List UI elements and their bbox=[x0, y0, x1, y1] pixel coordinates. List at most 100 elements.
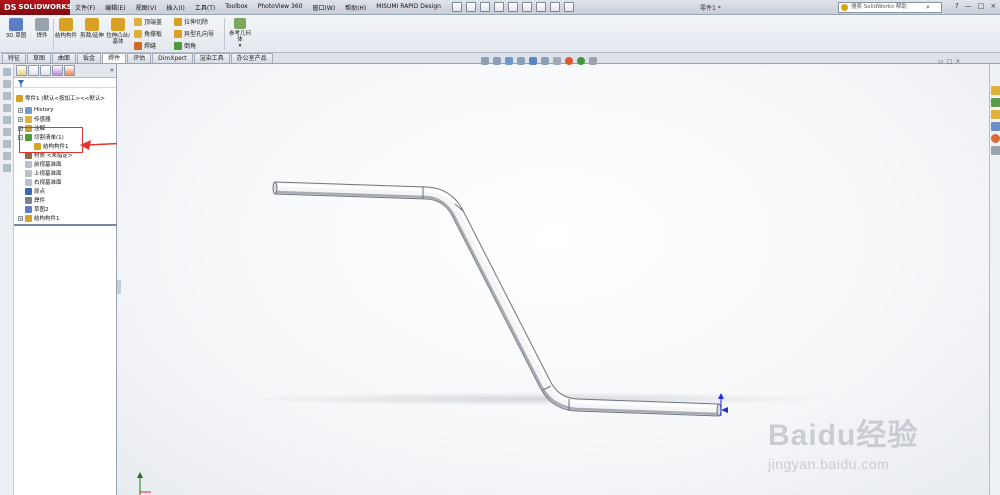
save-icon[interactable] bbox=[479, 2, 490, 12]
menu-item[interactable]: 工具(T) bbox=[190, 3, 220, 12]
new-document-icon[interactable] bbox=[451, 2, 462, 12]
line-icon[interactable] bbox=[2, 104, 11, 112]
view-palette-icon[interactable] bbox=[990, 122, 1000, 131]
panel-splitter-handle[interactable] bbox=[117, 280, 121, 294]
pipe-end-cap bbox=[272, 181, 278, 195]
hole-wizard-button[interactable]: 异型孔向导 bbox=[174, 29, 214, 38]
tab-7[interactable]: 渲染工具 bbox=[193, 53, 230, 63]
viewport-restore-icon[interactable]: ▭ bbox=[938, 58, 944, 65]
expand-icon[interactable]: + bbox=[18, 215, 23, 221]
solidworks-logo[interactable]: DS SOLIDWORKS bbox=[0, 0, 72, 15]
sketch-icon[interactable] bbox=[2, 92, 11, 100]
print-icon[interactable] bbox=[493, 2, 504, 12]
open-folder-icon[interactable] bbox=[465, 2, 476, 12]
tree-item[interactable]: + 传感器 bbox=[18, 115, 51, 123]
search-icon[interactable]: ⌕ bbox=[926, 3, 930, 12]
tab-2[interactable]: 曲面 bbox=[52, 53, 77, 63]
zoom-icon[interactable] bbox=[2, 68, 11, 76]
logo-text: SOLIDWORKS bbox=[18, 3, 72, 11]
configuration-manager-tab-icon[interactable] bbox=[40, 65, 51, 76]
tree-item[interactable]: 草图2 bbox=[18, 205, 49, 213]
solidworks-resources-icon[interactable] bbox=[990, 86, 1000, 95]
feature-tree-tab-icon[interactable] bbox=[16, 65, 27, 76]
viewport-close-icon[interactable]: × bbox=[955, 58, 960, 65]
viewport-maximize-icon[interactable]: ▢ bbox=[947, 58, 953, 65]
tree-item[interactable]: + 结构构件1 bbox=[18, 214, 60, 222]
edit-appearance-icon[interactable] bbox=[565, 57, 573, 65]
scene-icon[interactable] bbox=[577, 57, 585, 65]
file-properties-icon[interactable] bbox=[549, 2, 560, 12]
menu-item[interactable]: Toolbox bbox=[220, 3, 253, 12]
chamfer-button[interactable]: 倒角 bbox=[174, 41, 196, 50]
relation-icon[interactable] bbox=[2, 140, 11, 148]
rebuild-icon[interactable] bbox=[535, 2, 546, 12]
menu-item[interactable]: 视图(V) bbox=[131, 3, 162, 12]
select-icon[interactable] bbox=[521, 2, 532, 12]
weld-bead-button[interactable]: 焊缝 bbox=[134, 41, 156, 50]
zoom-to-fit-icon[interactable] bbox=[481, 57, 489, 65]
options-gear-icon[interactable] bbox=[563, 2, 574, 12]
tab-5[interactable]: 评估 bbox=[127, 53, 152, 63]
trim-extend-button[interactable]: 剪裁/延伸 bbox=[78, 18, 106, 39]
appearances-icon[interactable] bbox=[990, 134, 1000, 143]
tab-0[interactable]: 特征 bbox=[2, 53, 27, 63]
section-view-icon[interactable] bbox=[517, 57, 525, 65]
design-library-icon[interactable] bbox=[990, 98, 1000, 107]
help-button[interactable]: ? bbox=[955, 2, 959, 10]
view-orientation-icon[interactable] bbox=[529, 57, 537, 65]
file-explorer-icon[interactable] bbox=[990, 110, 1000, 119]
tree-item[interactable]: 上视基准面 bbox=[18, 169, 62, 177]
expand-icon[interactable]: + bbox=[18, 107, 23, 113]
zoom-area-icon[interactable] bbox=[493, 57, 501, 65]
dimxpert-tab-icon[interactable] bbox=[52, 65, 63, 76]
tree-item[interactable]: 前视基准面 bbox=[18, 160, 62, 168]
maximize-button[interactable]: □ bbox=[978, 2, 985, 10]
end-cap-button[interactable]: 顶端盖 bbox=[134, 17, 162, 26]
select-filter-icon[interactable] bbox=[2, 80, 11, 88]
property-manager-tab-icon[interactable] bbox=[28, 65, 39, 76]
tab-4[interactable]: 焊件 bbox=[102, 53, 127, 63]
sketch-3d-button[interactable]: 3D 草图 bbox=[2, 18, 30, 39]
tab-6[interactable]: DimXpert bbox=[152, 53, 193, 63]
menu-item[interactable]: PhotoView 360 bbox=[253, 3, 308, 12]
menu-item[interactable]: MISUMI RAPID Design bbox=[371, 3, 446, 12]
gusset-icon bbox=[134, 29, 142, 38]
measure-icon[interactable] bbox=[2, 152, 11, 160]
extruded-boss-button[interactable]: 拉伸凸台/基体 bbox=[104, 18, 132, 45]
smart-dimension-icon[interactable] bbox=[2, 128, 11, 136]
structural-member-button[interactable]: 结构构件 bbox=[52, 18, 80, 39]
custom-properties-icon[interactable] bbox=[990, 146, 1000, 155]
menu-item[interactable]: 帮助(H) bbox=[340, 3, 371, 12]
expand-icon[interactable]: + bbox=[18, 116, 23, 122]
tree-item[interactable]: + History bbox=[18, 106, 54, 114]
floor-shadow bbox=[237, 392, 837, 406]
menu-item[interactable]: 插入(I) bbox=[161, 3, 189, 12]
menu-item[interactable]: 窗口(W) bbox=[307, 3, 340, 12]
tab-3[interactable]: 钣金 bbox=[77, 53, 102, 63]
arc-icon[interactable] bbox=[2, 116, 11, 124]
previous-view-icon[interactable] bbox=[505, 57, 513, 65]
gusset-button[interactable]: 角撑板 bbox=[134, 29, 162, 38]
mirror-icon[interactable] bbox=[2, 164, 11, 172]
tree-item[interactable]: 原点 bbox=[18, 187, 45, 195]
tab-1[interactable]: 草图 bbox=[27, 53, 52, 63]
panel-expand-icon[interactable]: » bbox=[110, 66, 114, 74]
menu-item[interactable]: 编辑(E) bbox=[100, 3, 130, 12]
display-manager-tab-icon[interactable] bbox=[64, 65, 75, 76]
display-style-icon[interactable] bbox=[541, 57, 549, 65]
menu-item[interactable]: 文件(F) bbox=[70, 3, 100, 12]
chamfer-icon bbox=[174, 41, 182, 50]
tree-root-part[interactable]: 零件1 (默认<按加工><<默认> bbox=[16, 94, 105, 102]
tree-rollback-bar[interactable] bbox=[14, 224, 117, 226]
tree-item[interactable]: 焊件 bbox=[18, 196, 45, 204]
view-settings-icon[interactable] bbox=[589, 57, 597, 65]
close-button[interactable]: × bbox=[990, 2, 996, 10]
undo-icon[interactable] bbox=[507, 2, 518, 12]
chevron-down-icon[interactable]: ▾ bbox=[227, 43, 253, 49]
tab-8[interactable]: 办公室产品 bbox=[230, 53, 273, 63]
minimize-button[interactable]: — bbox=[965, 2, 972, 10]
tree-item[interactable]: 右视基准面 bbox=[18, 178, 62, 186]
extruded-cut-button[interactable]: 拉伸切除 bbox=[174, 17, 208, 26]
hide-show-icon[interactable] bbox=[553, 57, 561, 65]
reference-geometry-button[interactable]: 参考几何体 ▾ bbox=[227, 18, 253, 49]
